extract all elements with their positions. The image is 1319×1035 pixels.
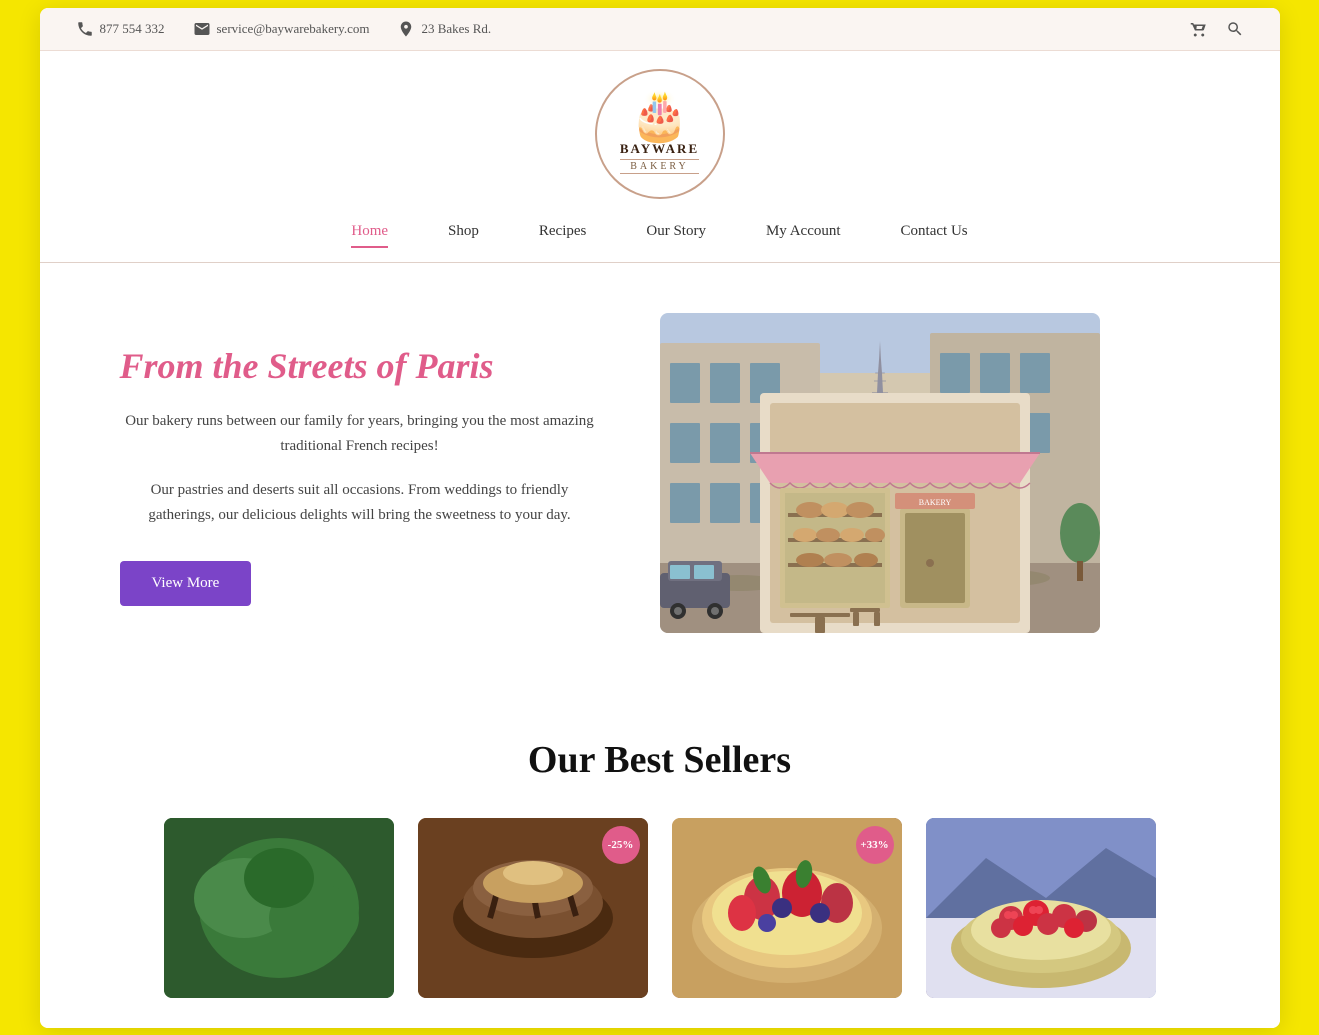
logo-container[interactable]: 🎂 BAYWARE BAKERY — [595, 69, 725, 199]
logo-circle: 🎂 BAYWARE BAKERY — [595, 69, 725, 199]
top-bar-icons — [1190, 20, 1244, 38]
product-card-1[interactable] — [164, 818, 394, 998]
product-image-4 — [926, 818, 1156, 998]
product-card-3[interactable]: +33% — [672, 818, 902, 998]
logo-area: 🎂 BAYWARE BAKERY — [40, 51, 1280, 209]
logo-brand-sub: BAKERY — [620, 159, 699, 174]
nav-shop[interactable]: Shop — [448, 223, 479, 248]
discount-badge-2: -25% — [602, 826, 640, 864]
discount-badge-3: +33% — [856, 826, 894, 864]
phone-contact: 877 554 332 — [76, 20, 165, 38]
hero-section: From the Streets of Paris Our bakery run… — [40, 263, 1280, 688]
hero-image: BAKERY — [660, 313, 1100, 638]
phone-icon — [76, 20, 94, 38]
cart-icon[interactable] — [1190, 20, 1208, 38]
address-contact: 23 Bakes Rd. — [397, 20, 491, 38]
nav-recipes[interactable]: Recipes — [539, 223, 586, 248]
email-icon — [193, 20, 211, 38]
nav-contact-us[interactable]: Contact Us — [901, 223, 968, 248]
browser-frame: 877 554 332 service@baywarebakery.com 23… — [40, 8, 1280, 1028]
product-card-2[interactable]: -25% — [418, 818, 648, 998]
best-sellers-title: Our Best Sellers — [100, 738, 1220, 782]
logo-brand-name: BAYWARE — [620, 141, 699, 157]
product-card-4[interactable] — [926, 818, 1156, 998]
nav-my-account[interactable]: My Account — [766, 223, 841, 248]
top-bar: 877 554 332 service@baywarebakery.com 23… — [40, 8, 1280, 51]
email-contact: service@baywarebakery.com — [193, 20, 370, 38]
nav-home[interactable]: Home — [351, 223, 388, 248]
hero-text: From the Streets of Paris Our bakery run… — [120, 345, 600, 606]
products-row: -25% — [100, 818, 1220, 998]
email-address: service@baywarebakery.com — [217, 21, 370, 37]
phone-number: 877 554 332 — [100, 21, 165, 37]
location-icon — [397, 20, 415, 38]
hero-desc2: Our pastries and deserts suit all occasi… — [120, 478, 600, 529]
logo-cake-icon: 🎂 — [620, 93, 699, 141]
street-address: 23 Bakes Rd. — [421, 21, 491, 37]
hero-desc1: Our bakery runs between our family for y… — [120, 409, 600, 460]
view-more-button[interactable]: View More — [120, 561, 252, 606]
search-icon[interactable] — [1226, 20, 1244, 38]
main-nav: Home Shop Recipes Our Story My Account C… — [40, 209, 1280, 263]
top-bar-left: 877 554 332 service@baywarebakery.com 23… — [76, 20, 1158, 38]
best-sellers-section: Our Best Sellers — [40, 688, 1280, 1028]
nav-our-story[interactable]: Our Story — [646, 223, 706, 248]
svg-text:BAKERY: BAKERY — [918, 498, 951, 507]
product-image-1 — [164, 818, 394, 998]
hero-title: From the Streets of Paris — [120, 345, 600, 387]
logo-inner: 🎂 BAYWARE BAKERY — [620, 93, 699, 174]
paris-bakery-image: BAKERY — [660, 313, 1100, 633]
